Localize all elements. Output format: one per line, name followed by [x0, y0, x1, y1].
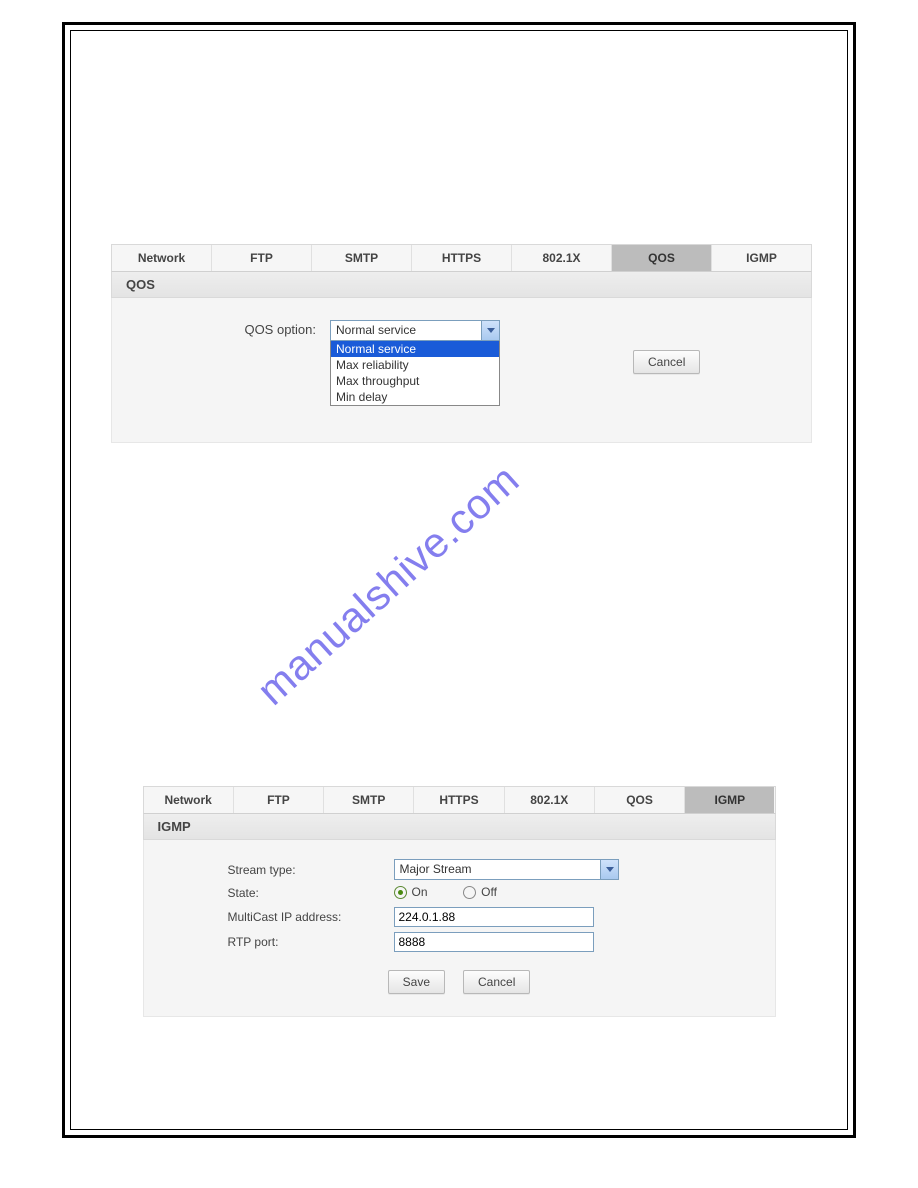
igmp-subheader: IGMP: [143, 814, 776, 840]
qos-option-select[interactable]: Normal service Normal service Max reliab…: [330, 320, 500, 406]
state-label: State:: [158, 886, 394, 900]
multicast-ip-input[interactable]: [394, 907, 594, 927]
stream-type-select[interactable]: Major Stream: [394, 859, 619, 880]
tab-8021x[interactable]: 802.1X: [512, 245, 612, 271]
tab-network[interactable]: Network: [112, 245, 212, 271]
qos-option-dropdown[interactable]: Normal service Max reliability Max throu…: [330, 341, 500, 406]
qos-panel: Network FTP SMTP HTTPS 802.1X QOS IGMP Q…: [111, 244, 812, 443]
state-off-label: Off: [481, 885, 497, 899]
qos-option-value: Normal service: [336, 323, 416, 337]
qos-dd-normal[interactable]: Normal service: [331, 341, 499, 357]
tab-ftp[interactable]: FTP: [212, 245, 312, 271]
qos-dd-mindelay[interactable]: Min delay: [331, 389, 499, 405]
igmp-panel: Network FTP SMTP HTTPS 802.1X QOS IGMP I…: [143, 786, 776, 1017]
chevron-down-icon[interactable]: [481, 321, 499, 340]
tab-igmp[interactable]: IGMP: [685, 787, 774, 813]
qos-body: QOS option: Normal service Normal servic…: [111, 298, 812, 443]
chevron-down-icon[interactable]: [600, 860, 618, 879]
igmp-tabbar: Network FTP SMTP HTTPS 802.1X QOS IGMP: [143, 786, 776, 814]
state-off-radio[interactable]: Off: [463, 885, 497, 899]
rtp-port-input[interactable]: [394, 932, 594, 952]
tab-ftp[interactable]: FTP: [234, 787, 324, 813]
state-on-label: On: [412, 885, 428, 899]
watermark-text: manualshive.com: [248, 455, 529, 714]
rtp-port-label: RTP port:: [158, 935, 394, 949]
qos-tabbar: Network FTP SMTP HTTPS 802.1X QOS IGMP: [111, 244, 812, 272]
qos-subheader: QOS: [111, 272, 812, 298]
radio-icon: [463, 886, 476, 899]
tab-network[interactable]: Network: [144, 787, 234, 813]
cancel-button[interactable]: Cancel: [633, 350, 700, 374]
multicast-label: MultiCast IP address:: [158, 910, 394, 924]
tab-https[interactable]: HTTPS: [414, 787, 504, 813]
igmp-body: Stream type: Major Stream State:: [143, 840, 776, 1017]
tab-https[interactable]: HTTPS: [412, 245, 512, 271]
tab-igmp[interactable]: IGMP: [712, 245, 811, 271]
cancel-button[interactable]: Cancel: [463, 970, 530, 994]
tab-8021x[interactable]: 802.1X: [505, 787, 595, 813]
qos-dd-throughput[interactable]: Max throughput: [331, 373, 499, 389]
tab-qos[interactable]: QOS: [612, 245, 712, 271]
stream-type-value: Major Stream: [400, 862, 472, 876]
radio-icon: [394, 886, 407, 899]
qos-dd-reliability[interactable]: Max reliability: [331, 357, 499, 373]
tab-qos[interactable]: QOS: [595, 787, 685, 813]
tab-smtp[interactable]: SMTP: [324, 787, 414, 813]
tab-smtp[interactable]: SMTP: [312, 245, 412, 271]
save-button[interactable]: Save: [388, 970, 445, 994]
qos-option-label: QOS option:: [126, 320, 330, 337]
stream-type-label: Stream type:: [158, 863, 394, 877]
state-on-radio[interactable]: On: [394, 885, 428, 899]
